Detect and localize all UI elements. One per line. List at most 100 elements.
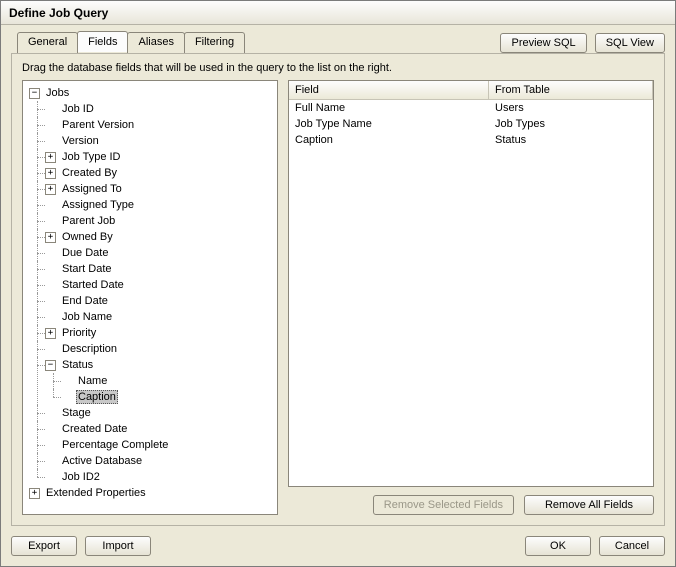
tree-node-assigned-to[interactable]: +Assigned To: [45, 181, 275, 197]
list-body: Full Name Users Job Type Name Job Types …: [289, 100, 653, 486]
ok-button[interactable]: OK: [525, 536, 591, 556]
sql-view-button[interactable]: SQL View: [595, 33, 665, 53]
tree-node-start-date[interactable]: Start Date: [45, 261, 275, 277]
remove-all-fields-button[interactable]: Remove All Fields: [524, 495, 654, 515]
tree-label: Active Database: [60, 455, 144, 467]
tree-label: Parent Job: [60, 215, 117, 227]
tree-label: Created Date: [60, 423, 129, 435]
tree-node-job-id2[interactable]: Job ID2: [45, 469, 275, 485]
column-header-field[interactable]: Field: [289, 81, 489, 99]
export-button[interactable]: Export: [11, 536, 77, 556]
tree-label: End Date: [60, 295, 110, 307]
dialog-window: Define Job Query General Fields Aliases …: [0, 0, 676, 567]
remove-all-label: Remove All Fields: [545, 499, 633, 511]
tab-aliases-label: Aliases: [138, 36, 173, 48]
tree-node-priority[interactable]: + Priority: [45, 325, 275, 341]
tree-label: Description: [60, 343, 119, 355]
tree-node-jobs[interactable]: − Jobs: [29, 85, 275, 101]
tab-aliases[interactable]: Aliases: [127, 32, 184, 53]
tree-node-owned-by[interactable]: + Owned By: [45, 229, 275, 245]
tree-node-status-caption[interactable]: Caption: [61, 389, 275, 405]
tree-node-status-name[interactable]: Name: [61, 373, 275, 389]
tree-label: Assigned Type: [60, 199, 136, 211]
tree-node-end-date[interactable]: End Date: [45, 293, 275, 309]
tree-label: Created By: [60, 167, 119, 179]
tree-label: Extended Properties: [44, 487, 148, 499]
tree-node-job-name[interactable]: Job Name: [45, 309, 275, 325]
tab-fields-label: Fields: [88, 36, 117, 48]
tree-node-stage[interactable]: Stage: [45, 405, 275, 421]
expand-icon[interactable]: +: [45, 152, 56, 163]
export-label: Export: [28, 540, 60, 552]
expand-icon[interactable]: +: [45, 328, 56, 339]
import-button[interactable]: Import: [85, 536, 151, 556]
expand-icon[interactable]: +: [45, 232, 56, 243]
tree-label: Job Name: [60, 311, 114, 323]
cell-field: Job Type Name: [289, 116, 489, 132]
tree-node-due-date[interactable]: Due Date: [45, 245, 275, 261]
preview-sql-button[interactable]: Preview SQL: [500, 33, 586, 53]
tree-label: Job ID2: [60, 471, 102, 483]
expand-icon[interactable]: +: [45, 168, 56, 179]
cell-table: Users: [489, 100, 653, 116]
list-row[interactable]: Caption Status: [289, 132, 653, 148]
cell-field: Full Name: [289, 100, 489, 116]
tree-node-assigned-type[interactable]: Assigned Type: [45, 197, 275, 213]
bottom-row: Export Import OK Cancel: [1, 532, 675, 566]
right-column: Field From Table Full Name Users Job Typ…: [288, 80, 654, 515]
tree-node-parent-version[interactable]: Parent Version: [45, 117, 275, 133]
top-buttons: Preview SQL SQL View: [500, 33, 665, 53]
cancel-button[interactable]: Cancel: [599, 536, 665, 556]
list-buttons: Remove Selected Fields Remove All Fields: [288, 495, 654, 515]
tree-label: Due Date: [60, 247, 110, 259]
tree-label: Owned By: [60, 231, 115, 243]
tree-node-job-type-id[interactable]: + Job Type ID: [45, 149, 275, 165]
tree-node-started-date[interactable]: Started Date: [45, 277, 275, 293]
remove-selected-label: Remove Selected Fields: [384, 499, 503, 511]
tree-node-extended-properties[interactable]: + Extended Properties: [29, 485, 275, 501]
collapse-icon[interactable]: −: [45, 360, 56, 371]
selected-fields-list[interactable]: Field From Table Full Name Users Job Typ…: [288, 80, 654, 487]
collapse-icon[interactable]: −: [29, 88, 40, 99]
tree-node-version[interactable]: Version: [45, 133, 275, 149]
tree-node-description[interactable]: Description: [45, 341, 275, 357]
sql-view-label: SQL View: [606, 37, 654, 49]
ok-label: OK: [550, 540, 566, 552]
column-header-from-table[interactable]: From Table: [489, 81, 653, 99]
cancel-label: Cancel: [615, 540, 649, 552]
fields-tree[interactable]: − Jobs Job ID Parent Version Version + Jo…: [22, 80, 278, 515]
content-panel: Drag the database fields that will be us…: [11, 53, 665, 526]
import-label: Import: [102, 540, 133, 552]
tab-filtering[interactable]: Filtering: [184, 32, 245, 53]
remove-selected-fields-button[interactable]: Remove Selected Fields: [373, 495, 514, 515]
tree-label: Job Type ID: [60, 151, 123, 163]
tree-label: Job ID: [60, 103, 96, 115]
tree-label: Priority: [60, 327, 98, 339]
tree-node-created-by[interactable]: + Created By: [45, 165, 275, 181]
expand-icon[interactable]: +: [45, 184, 56, 195]
tree-node-created-date[interactable]: Created Date: [45, 421, 275, 437]
tree-node-parent-job[interactable]: Parent Job: [45, 213, 275, 229]
tree-label: Stage: [60, 407, 93, 419]
tree-node-active-database[interactable]: Active Database: [45, 453, 275, 469]
window-title: Define Job Query: [9, 6, 108, 20]
tree-label: Name: [76, 375, 109, 387]
tab-strip: General Fields Aliases Filtering: [17, 31, 244, 52]
tree-label: Version: [60, 135, 101, 147]
tree-label: Percentage Complete: [60, 439, 170, 451]
tab-fields[interactable]: Fields: [77, 31, 128, 52]
tree-node-percentage-complete[interactable]: Percentage Complete: [45, 437, 275, 453]
list-row[interactable]: Full Name Users: [289, 100, 653, 116]
expand-icon[interactable]: +: [29, 488, 40, 499]
tab-general-label: General: [28, 36, 67, 48]
panes: − Jobs Job ID Parent Version Version + Jo…: [22, 80, 654, 515]
header-row: General Fields Aliases Filtering Preview…: [1, 31, 675, 53]
preview-sql-label: Preview SQL: [511, 37, 575, 49]
instruction-text: Drag the database fields that will be us…: [22, 62, 654, 74]
cell-table: Job Types: [489, 116, 653, 132]
tree-node-job-id[interactable]: Job ID: [45, 101, 275, 117]
tree-node-status[interactable]: −Status: [45, 357, 275, 373]
tab-general[interactable]: General: [17, 32, 78, 53]
list-row[interactable]: Job Type Name Job Types: [289, 116, 653, 132]
tree-label: Parent Version: [60, 119, 136, 131]
